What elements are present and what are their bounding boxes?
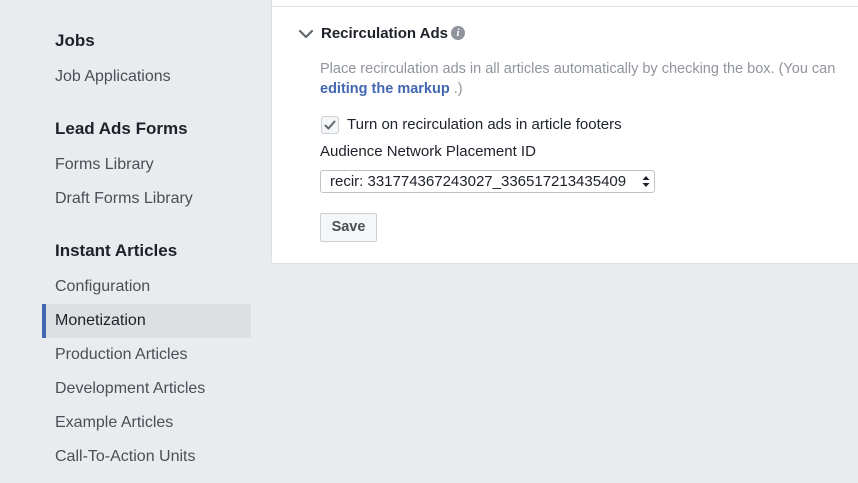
panel-divider	[271, 6, 858, 7]
recirculation-checkbox[interactable]	[321, 116, 339, 134]
sidebar-item-draft-forms-library[interactable]: Draft Forms Library	[42, 182, 251, 216]
description-tail: .)	[449, 81, 463, 97]
placement-id-label: Audience Network Placement ID	[320, 143, 536, 160]
checkmark-icon	[324, 120, 336, 130]
sidebar: Jobs Job Applications Lead Ads Forms For…	[0, 0, 252, 483]
select-arrows-icon	[642, 176, 650, 187]
sidebar-item-development-articles[interactable]: Development Articles	[42, 372, 251, 406]
sidebar-item-production-articles[interactable]: Production Articles	[42, 338, 251, 372]
description-text: Place recirculation ads in all articles …	[320, 61, 836, 77]
section-title: Recirculation Ads	[321, 25, 448, 42]
sidebar-item-forms-library[interactable]: Forms Library	[42, 148, 251, 182]
sidebar-item-example-articles[interactable]: Example Articles	[42, 406, 251, 440]
sidebar-item-job-applications[interactable]: Job Applications	[42, 60, 251, 94]
checkbox-label[interactable]: Turn on recirculation ads in article foo…	[347, 116, 622, 133]
editing-markup-link[interactable]: editing the markup	[320, 81, 450, 97]
section-header-instant-articles: Instant Articles	[55, 241, 178, 260]
description-line-2: editing the markup .)	[320, 79, 463, 99]
sidebar-item-monetization[interactable]: Monetization	[42, 304, 251, 338]
sidebar-item-configuration[interactable]: Configuration	[42, 270, 251, 304]
info-icon[interactable]: i	[451, 26, 465, 40]
section-header-jobs: Jobs	[55, 31, 95, 50]
sidebar-item-call-to-action-units[interactable]: Call-To-Action Units	[42, 440, 251, 474]
placement-id-value: recir: 331774367243027_336517213435409	[330, 173, 627, 190]
section-header-lead-ads-forms: Lead Ads Forms	[55, 119, 188, 138]
save-button[interactable]: Save	[320, 213, 377, 242]
chevron-down-icon[interactable]	[298, 27, 314, 41]
placement-id-select[interactable]: recir: 331774367243027_336517213435409	[320, 170, 655, 193]
